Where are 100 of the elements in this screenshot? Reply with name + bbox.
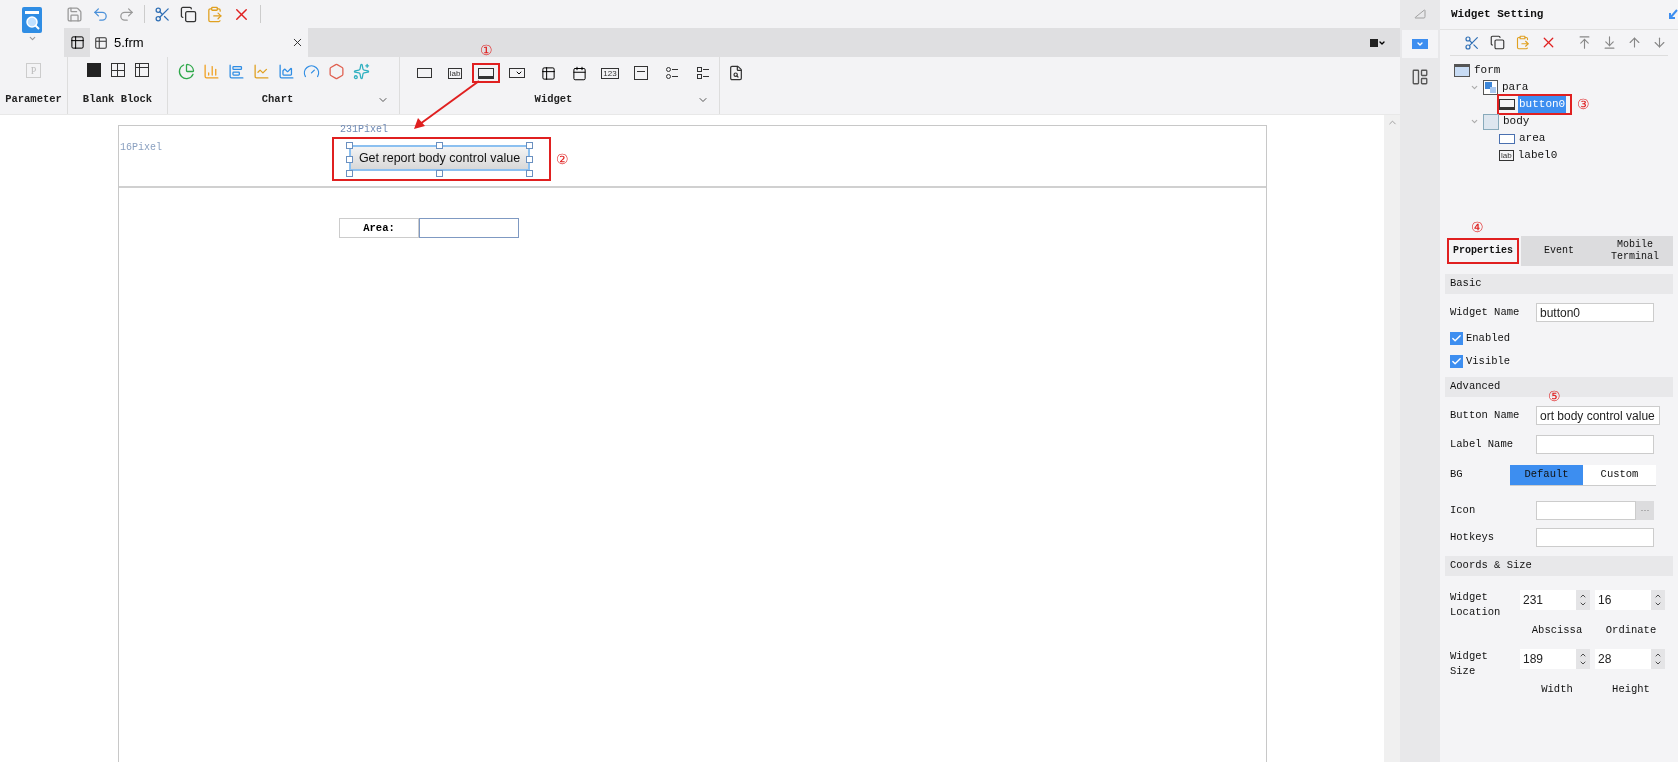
annotation-number: ③: [1577, 97, 1591, 112]
icon-field[interactable]: [1536, 500, 1636, 520]
tree-item[interactable]: label0: [1516, 147, 1559, 164]
tab-label: 5.frm: [114, 33, 145, 52]
number-field[interactable]: 28: [1595, 648, 1651, 669]
cut-icon[interactable]: [154, 5, 171, 23]
caret-icon[interactable]: [27, 34, 37, 43]
number-field[interactable]: 16: [1595, 590, 1651, 610]
field-caption: Height: [1611, 681, 1651, 697]
button-icon: [1499, 99, 1515, 110]
expand-caret-icon[interactable]: [1470, 117, 1479, 126]
property-label: BG: [1450, 467, 1464, 483]
panel-tab[interactable]: Event: [1521, 236, 1597, 266]
label-icon: lab: [1499, 150, 1514, 161]
panel-icon: [1483, 80, 1498, 95]
pie-chart-icon[interactable]: [178, 63, 195, 80]
form-icon: [1454, 64, 1470, 77]
widget-settings-tab[interactable]: [1402, 30, 1438, 58]
tree-item[interactable]: form: [1473, 62, 1502, 79]
text-field-icon: [1499, 133, 1515, 144]
group-label: Chart: [260, 92, 295, 108]
grid-icon[interactable]: [110, 63, 125, 77]
checkbox[interactable]: [1450, 355, 1463, 368]
move-to-top-icon[interactable]: [1577, 35, 1592, 50]
spinner-arrows-icon[interactable]: [1651, 648, 1665, 669]
preview-icon[interactable]: [728, 65, 744, 81]
property-label: Widget Location: [1450, 590, 1502, 620]
tree-item[interactable]: para: [1501, 79, 1530, 96]
gauge-icon[interactable]: [303, 63, 320, 80]
property-label: Widget Name: [1450, 305, 1521, 320]
cut-icon[interactable]: [1464, 34, 1480, 51]
scrollbar[interactable]: [1384, 115, 1400, 762]
horizontal-bar-chart-icon[interactable]: [228, 63, 245, 80]
table-icon[interactable]: [134, 63, 149, 77]
property-label: Label Name: [1450, 437, 1514, 452]
section-header[interactable]: Basic: [1445, 274, 1673, 294]
browse-button[interactable]: ···: [1636, 500, 1654, 520]
move-to-bottom-icon[interactable]: [1602, 35, 1617, 50]
area-field[interactable]: [419, 218, 519, 238]
spinner-arrows-icon[interactable]: [1576, 648, 1590, 669]
widget-tool-icon[interactable]: [472, 63, 500, 83]
number-field[interactable]: 189: [1520, 648, 1576, 669]
tree-item[interactable]: area: [1518, 130, 1547, 147]
resize-handle[interactable]: [436, 142, 443, 149]
group-label: Widget: [533, 92, 574, 108]
field-caption: Width: [1540, 681, 1574, 697]
ruler-label: 231Pixel: [340, 124, 388, 136]
copy-icon[interactable]: [180, 5, 197, 23]
spinner-arrows-icon[interactable]: [1576, 590, 1590, 610]
annotation-number: ②: [556, 152, 569, 166]
field-caption: Abscissa: [1530, 623, 1584, 638]
text-field[interactable]: ort body control value: [1536, 406, 1660, 425]
expand-arrow-icon[interactable]: [1414, 8, 1426, 20]
area-chart-icon[interactable]: [278, 63, 295, 80]
property-label: Widget Size: [1450, 648, 1489, 679]
paste-icon[interactable]: [1515, 35, 1530, 50]
expand-caret-icon[interactable]: [1470, 83, 1479, 92]
checkbox-label: Enabled: [1466, 330, 1511, 346]
number-field[interactable]: 231: [1520, 590, 1576, 610]
layout-icon[interactable]: [1411, 68, 1429, 86]
block-icon[interactable]: [86, 63, 101, 77]
checkbox[interactable]: [1450, 332, 1463, 345]
area-label: Area:: [339, 218, 419, 238]
dropdown-icon: [1412, 39, 1428, 49]
checkbox-label: Visible: [1466, 353, 1511, 369]
field-caption: Ordinate: [1604, 623, 1658, 638]
property-label: Icon: [1450, 502, 1477, 518]
property-label: Button Name: [1450, 408, 1521, 423]
annotation-number: ①: [480, 43, 493, 57]
annotation-number: ④: [1471, 220, 1484, 234]
resize-handle[interactable]: [436, 170, 443, 177]
toggle-option[interactable]: Default: [1510, 464, 1583, 485]
move-up-icon[interactable]: [1627, 35, 1642, 50]
save-icon[interactable]: [66, 5, 83, 23]
canvas-button[interactable]: Get report body control value: [349, 145, 530, 171]
document-tab[interactable]: 5.frm: [90, 28, 308, 57]
dropdown-menu-icon[interactable]: [1370, 38, 1386, 47]
redo-icon[interactable]: [118, 5, 135, 23]
layout-icon: [1483, 113, 1499, 130]
copy-icon[interactable]: [1490, 35, 1505, 50]
paste-icon[interactable]: [206, 5, 223, 23]
undo-icon[interactable]: [92, 5, 109, 23]
ruler-label: 16Pixel: [120, 141, 162, 155]
panel-tab[interactable]: Mobile Terminal: [1597, 236, 1673, 266]
spinner-arrows-icon[interactable]: [1651, 590, 1665, 610]
panel-title: Widget Setting: [1451, 7, 1544, 23]
text-field[interactable]: button0: [1536, 303, 1654, 322]
line-chart-icon[interactable]: [253, 63, 270, 80]
bar-chart-icon[interactable]: [203, 63, 220, 80]
move-down-icon[interactable]: [1652, 35, 1667, 50]
toggle-option[interactable]: Custom: [1583, 464, 1656, 485]
close-icon[interactable]: [291, 36, 304, 49]
text-field[interactable]: [1536, 435, 1654, 454]
tree-item[interactable]: body: [1502, 113, 1531, 130]
panel-tab[interactable]: Properties: [1445, 236, 1521, 266]
logo-icon[interactable]: [21, 6, 43, 34]
text-field[interactable]: [1536, 528, 1654, 547]
pointer-arrow: [412, 80, 482, 132]
collapse-arrow-icon[interactable]: [1668, 8, 1678, 21]
section-header[interactable]: Coords & Size: [1445, 556, 1673, 576]
